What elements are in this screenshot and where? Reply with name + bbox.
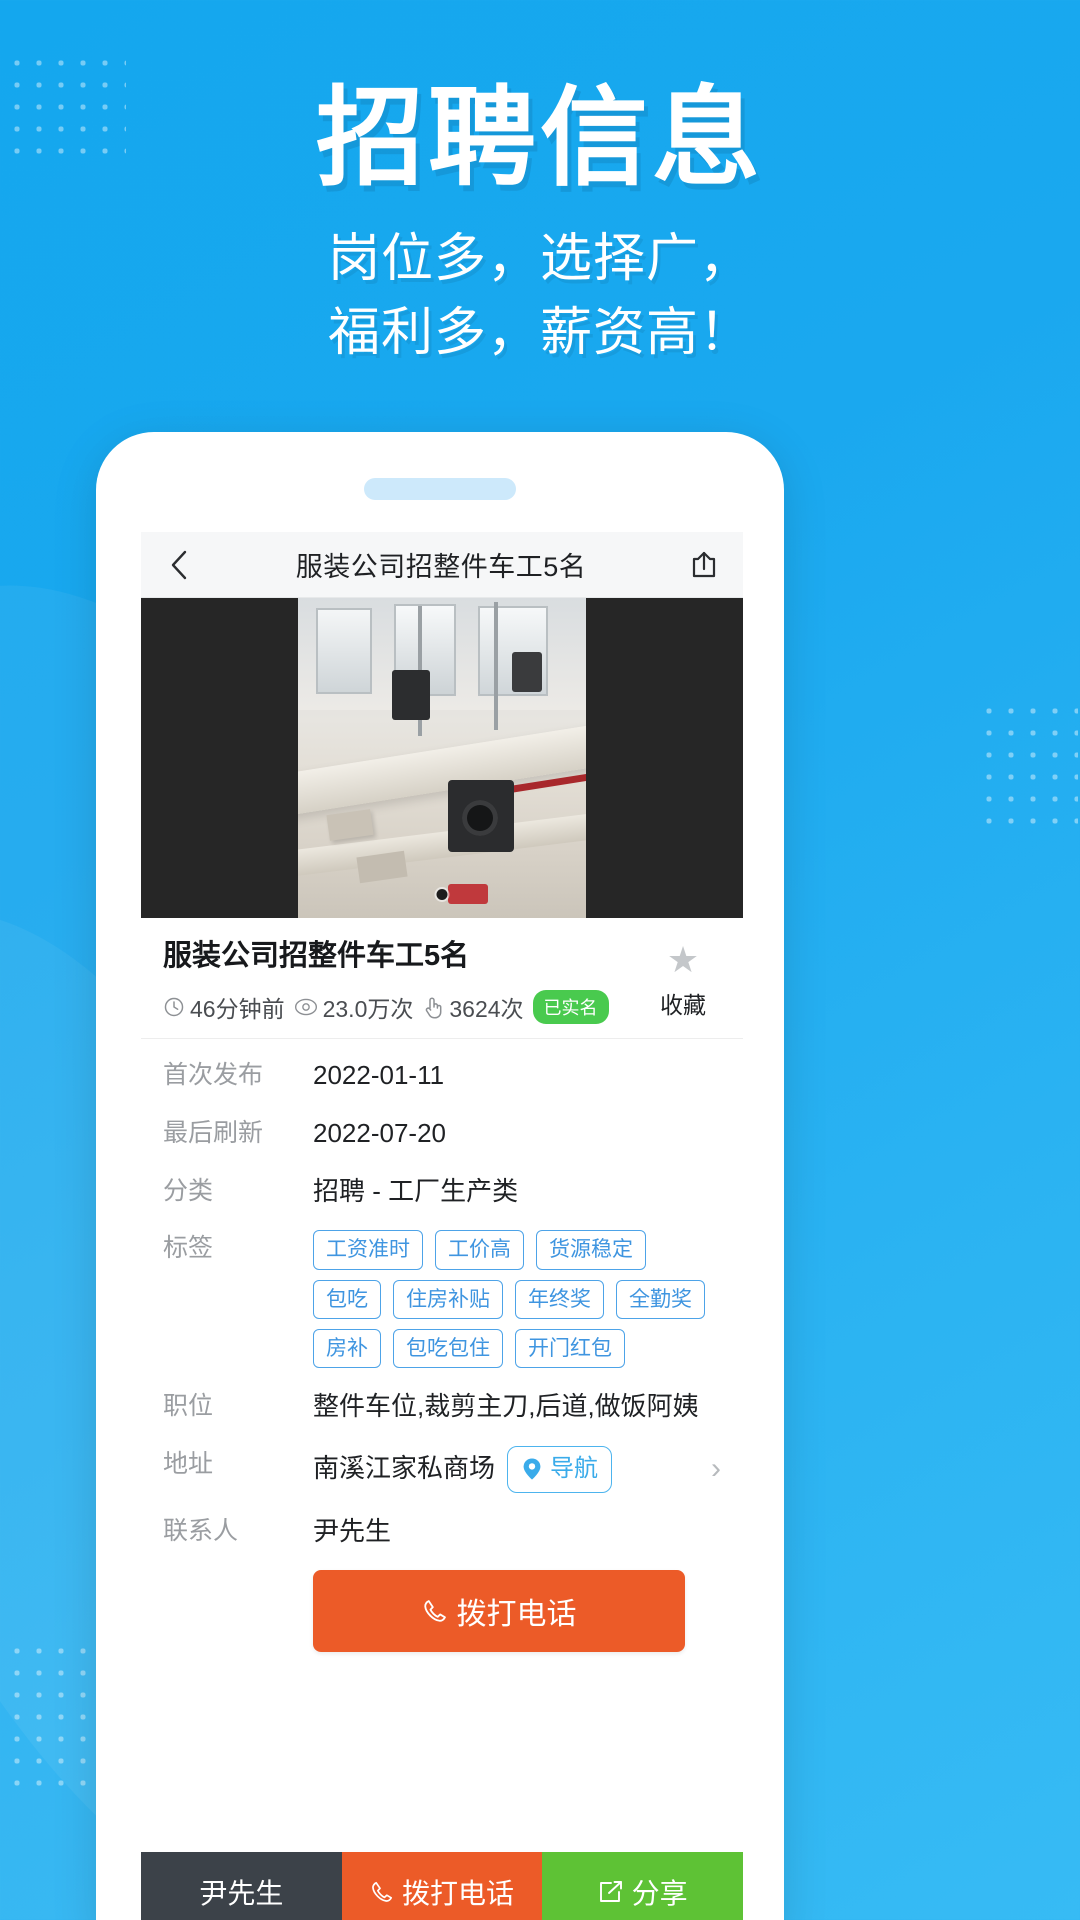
info-row-category: 分类 招聘 - 工厂生产类 (163, 1173, 721, 1211)
row-label: 地址 (163, 1449, 214, 1478)
bottom-call-button[interactable]: 拨打电话 (341, 1852, 543, 1920)
navigate-button[interactable]: 导航 (507, 1445, 613, 1493)
app-screen: 服装公司招整件车工5名 服装公司招整件车工5名 46分钟前 23.0万次 362… (141, 532, 743, 1920)
row-label: 分类 (163, 1176, 214, 1205)
post-title: 服装公司招整件车工5名 (163, 940, 470, 972)
tag-chip[interactable]: 房补 (313, 1328, 381, 1369)
navigate-label: 导航 (550, 1454, 599, 1482)
row-value: 尹先生 (313, 1515, 392, 1546)
row-label: 职位 (163, 1392, 214, 1421)
dot-pattern-right-middle (978, 700, 1078, 824)
photo-machine-2 (448, 780, 514, 852)
carousel-indicator-dot[interactable] (436, 889, 448, 900)
star-icon: ★ (666, 939, 700, 980)
hero-subtitle-line-2: 福利多，薪资高！ (327, 304, 752, 363)
row-value: 2022-07-20 (313, 1117, 446, 1148)
tag-chip[interactable]: 包吃 (313, 1279, 381, 1319)
info-row-position: 职位 整件车位,裁剪主刀,后道,做饭阿姨 (163, 1388, 721, 1426)
map-pin-icon (523, 1458, 541, 1480)
address-value: 南溪江家私商场 (313, 1453, 496, 1484)
favorite-label: 收藏 (660, 992, 706, 1018)
photo-worktable (298, 718, 586, 820)
bottom-action-bar: 尹先生 拨打电话 分享 (141, 1852, 743, 1920)
hero-subtitle: 岗位多，选择广， 福利多，薪资高！ (0, 223, 1080, 371)
row-label: 联系人 (163, 1516, 239, 1545)
hand-tap-icon (426, 997, 442, 1019)
phone-icon (423, 1600, 446, 1623)
info-list: 首次发布 2022-01-11 最后刷新 2022-07-20 分类 招聘 - … (141, 1039, 743, 1678)
share-icon (692, 551, 716, 577)
tag-chip[interactable]: 住房补贴 (393, 1279, 503, 1319)
stat-views-value: 23.0万次 (322, 996, 414, 1023)
clock-icon (164, 997, 184, 1017)
tag-chip[interactable]: 工资准时 (313, 1230, 423, 1270)
stat-time: 46分钟前 (163, 990, 285, 1024)
post-header: 服装公司招整件车工5名 46分钟前 23.0万次 3624次 已实名 ★ 收藏 (141, 918, 743, 1040)
photo-chair-2 (356, 850, 408, 884)
photo-chair-1 (326, 809, 374, 841)
phone-mockup: 服装公司招整件车工5名 服装公司招整件车工5名 46分钟前 23.0万次 362… (96, 432, 784, 1920)
info-row-contact: 联系人 尹先生 (163, 1513, 721, 1551)
bottom-contact-button[interactable]: 尹先生 (141, 1852, 342, 1920)
stat-clicks: 3624次 (422, 990, 524, 1024)
row-label: 首次发布 (163, 1061, 264, 1090)
row-value: 整件车位,裁剪主刀,后道,做饭阿姨 (313, 1391, 699, 1422)
tag-list: 工资准时 工价高 货源稳定包吃 住房补贴 年终奖 全勤奖房补 包吃包住 开门红包 (313, 1230, 721, 1369)
stat-time-value: 46分钟前 (190, 996, 285, 1023)
info-row-first-publish: 首次发布 2022-01-11 (163, 1057, 721, 1095)
row-label: 标签 (163, 1234, 214, 1263)
chevron-left-icon (171, 550, 187, 579)
tag-chip[interactable]: 包吃包住 (393, 1328, 503, 1369)
stat-views: 23.0万次 (294, 990, 414, 1024)
hero-banner: 招聘信息 岗位多，选择广， 福利多，薪资高！ (0, 0, 1080, 371)
call-button-label: 拨打电话 (456, 1598, 577, 1632)
hero-subtitle-line-1: 岗位多，选择广， (327, 230, 752, 289)
tag-chip[interactable]: 开门红包 (515, 1328, 625, 1369)
favorite-button[interactable]: ★ 收藏 (643, 942, 723, 1020)
tag-chip[interactable]: 工价高 (435, 1230, 524, 1270)
eye-icon (294, 998, 317, 1016)
dot-pattern-bottom-left (6, 1640, 108, 1788)
chevron-right-icon[interactable]: › (701, 1454, 721, 1484)
bottom-call-label: 拨打电话 (402, 1878, 515, 1909)
post-stats: 46分钟前 23.0万次 3624次 已实名 (163, 990, 721, 1025)
share-button[interactable] (687, 548, 721, 582)
call-button[interactable]: 拨打电话 (313, 1570, 685, 1653)
photo-machine-3 (512, 652, 542, 692)
info-row-last-refresh: 最后刷新 2022-07-20 (163, 1115, 721, 1153)
bottom-share-button[interactable]: 分享 (542, 1852, 743, 1920)
photo-red-box (448, 884, 488, 904)
navbar-title: 服装公司招整件车工5名 (295, 552, 587, 582)
bottom-share-label: 分享 (631, 1878, 688, 1909)
tag-chip[interactable]: 年终奖 (515, 1279, 604, 1319)
phone-icon (372, 1881, 393, 1902)
row-value: 2022-01-11 (313, 1060, 445, 1091)
row-value: 招聘 - 工厂生产类 (313, 1175, 519, 1206)
bottom-contact-label: 尹先生 (199, 1878, 284, 1909)
app-navbar: 服装公司招整件车工5名 (141, 532, 743, 598)
page-title: 招聘信息 (315, 77, 764, 198)
stat-clicks-value: 3624次 (449, 996, 524, 1023)
tag-chip[interactable]: 货源稳定 (536, 1230, 646, 1270)
listing-photo[interactable] (141, 598, 743, 918)
row-label: 最后刷新 (163, 1118, 264, 1147)
share-box-icon (599, 1881, 622, 1902)
tag-chip[interactable]: 全勤奖 (616, 1279, 705, 1319)
photo-pole-2 (494, 602, 498, 730)
back-button[interactable] (163, 549, 195, 581)
photo-machine-1 (392, 670, 430, 720)
info-row-address[interactable]: 地址 南溪江家私商场 导航 › (163, 1445, 721, 1493)
photo-window-1 (316, 608, 372, 694)
status-badge: 已实名 (532, 990, 609, 1025)
info-row-tags: 标签 工资准时 工价高 货源稳定包吃 住房补贴 年终奖 全勤奖房补 包吃包住 开门红包 (163, 1230, 721, 1369)
call-button-wrapper: 拨打电话 (313, 1570, 721, 1653)
photo-content (298, 598, 586, 918)
phone-speaker (364, 478, 516, 500)
